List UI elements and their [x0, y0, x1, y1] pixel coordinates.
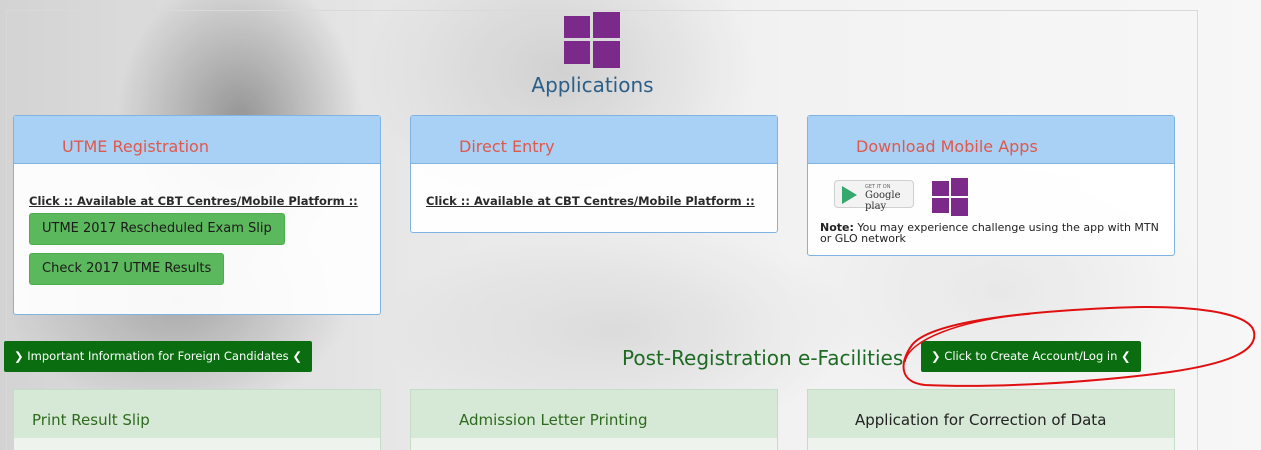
facility-title: Print Result Slip [32, 411, 150, 429]
facility-title: Application for Correction of Data [855, 411, 1107, 429]
post-registration-title: Post-Registration e-Facilities [622, 346, 904, 370]
windows-icon [564, 12, 620, 68]
direct-entry-availability-link[interactable]: Click :: Available at CBT Centres/Mobile… [426, 194, 755, 208]
facility-body [808, 438, 1174, 450]
google-play-icon [842, 186, 857, 204]
panel-title: Direct Entry [411, 116, 777, 164]
google-play-label: Google play [865, 190, 901, 212]
rescheduled-exam-slip-button[interactable]: UTME 2017 Rescheduled Exam Slip [29, 213, 285, 245]
windows-store-icon[interactable] [932, 178, 968, 216]
google-play-badge[interactable]: GET IT ON Google play [834, 180, 914, 212]
create-account-login-button[interactable]: ❯ Click to Create Account/Log in ❮ [921, 341, 1141, 372]
facility-body [14, 438, 380, 450]
utme-availability-link[interactable]: Click :: Available at CBT Centres/Mobile… [29, 194, 358, 208]
facility-title: Admission Letter Printing [459, 411, 648, 429]
panel-title: UTME Registration [14, 116, 380, 164]
correction-of-data-panel[interactable]: Application for Correction of Data [807, 389, 1175, 450]
direct-entry-panel: Direct Entry Click :: Available at CBT C… [410, 115, 778, 233]
app-note: Note: You may experience challenge using… [820, 222, 1170, 244]
note-text: You may experience challenge using the a… [820, 221, 1159, 245]
print-result-slip-panel[interactable]: Print Result Slip [13, 389, 381, 450]
mobile-apps-panel: Download Mobile Apps GET IT ON Google pl… [807, 115, 1175, 256]
check-utme-results-button[interactable]: Check 2017 UTME Results [29, 253, 225, 285]
utme-registration-panel: UTME Registration Click :: Available at … [13, 115, 381, 315]
foreign-candidates-button[interactable]: ❯ Important Information for Foreign Cand… [4, 341, 312, 372]
admission-letter-printing-panel[interactable]: Admission Letter Printing [410, 389, 778, 450]
facility-body [411, 438, 777, 450]
panel-title: Download Mobile Apps [808, 116, 1174, 164]
page-title: Applications [531, 73, 654, 97]
